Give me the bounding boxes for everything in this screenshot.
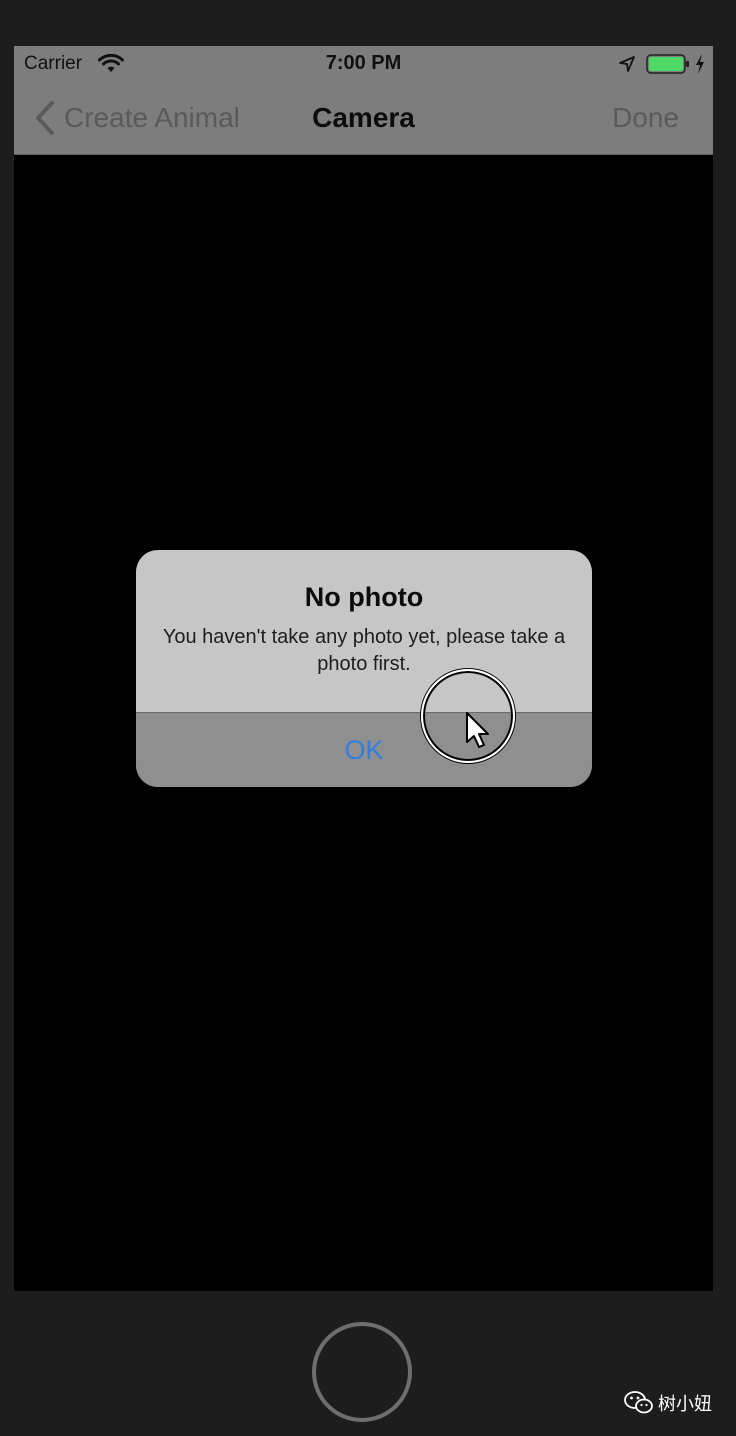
alert-dialog: No photo You haven't take any photo yet,… bbox=[136, 550, 592, 787]
ok-button[interactable]: OK bbox=[136, 713, 592, 787]
alert-message: You haven't take any photo yet, please t… bbox=[162, 626, 566, 675]
bolt-icon bbox=[696, 54, 704, 74]
watermark-text: 树小妞 bbox=[658, 1394, 712, 1415]
alert-title: No photo bbox=[304, 582, 424, 612]
alert-content: No photo You haven't take any photo yet,… bbox=[136, 550, 592, 712]
watermark: 树小妞 bbox=[624, 1390, 712, 1416]
status-bar: Carrier 7:00 PM bbox=[14, 46, 713, 82]
page-title: Camera bbox=[312, 102, 415, 133]
cursor-icon bbox=[466, 712, 489, 748]
battery-icon bbox=[646, 54, 689, 74]
device-frame: Carrier 7:00 PM Create Animal Camera Don… bbox=[0, 0, 736, 1436]
screen: Carrier 7:00 PM Create Animal Camera Don… bbox=[14, 46, 713, 1291]
home-button[interactable] bbox=[312, 1322, 412, 1422]
done-button[interactable]: Done bbox=[612, 102, 679, 134]
wechat-icon bbox=[624, 1391, 653, 1414]
status-time: 7:00 PM bbox=[325, 52, 402, 74]
location-icon bbox=[619, 56, 635, 72]
navigation-bar: Create Animal Camera Done bbox=[14, 82, 713, 155]
